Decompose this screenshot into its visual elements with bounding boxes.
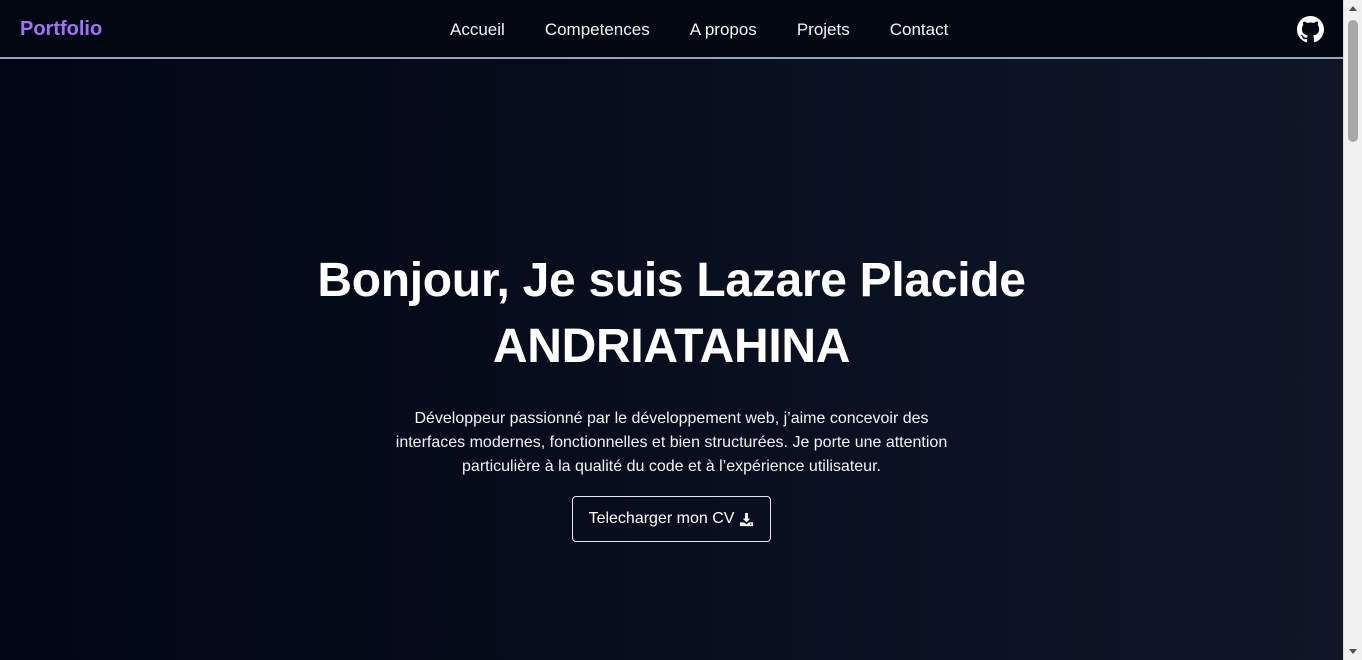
download-cv-button[interactable]: Telecharger mon CV (572, 496, 771, 542)
nav-link-projets[interactable]: Projets (797, 19, 850, 41)
nav-link-competences[interactable]: Competences (545, 19, 650, 41)
github-icon[interactable] (1297, 16, 1324, 43)
download-cv-label: Telecharger mon CV (588, 510, 735, 527)
nav-link-accueil[interactable]: Accueil (450, 19, 505, 41)
nav-links: Accueil Competences A propos Projets Con… (450, 19, 948, 41)
vertical-scrollbar[interactable] (1343, 0, 1362, 660)
viewport: Portfolio Accueil Competences A propos P… (0, 0, 1343, 660)
scroll-down-arrow-icon[interactable] (1344, 643, 1362, 660)
hero-title-line-1: Bonjour, Je suis Lazare Placide (317, 254, 1026, 307)
page: Portfolio Accueil Competences A propos P… (0, 0, 1362, 660)
hero-title-line-2: ANDRIATAHINA (492, 320, 851, 373)
hero-description: Développeur passionné par le développeme… (395, 410, 948, 475)
scroll-up-arrow-icon[interactable] (1344, 0, 1362, 17)
download-icon (739, 512, 754, 527)
nav-link-a-propos[interactable]: A propos (690, 19, 757, 41)
nav-link-contact[interactable]: Contact (890, 19, 949, 41)
hero-title: Bonjour, Je suis Lazare Placide ANDRIATA… (0, 248, 1343, 380)
navbar: Portfolio Accueil Competences A propos P… (0, 0, 1343, 59)
scrollbar-thumb[interactable] (1348, 20, 1358, 142)
brand-logo[interactable]: Portfolio (20, 17, 102, 41)
